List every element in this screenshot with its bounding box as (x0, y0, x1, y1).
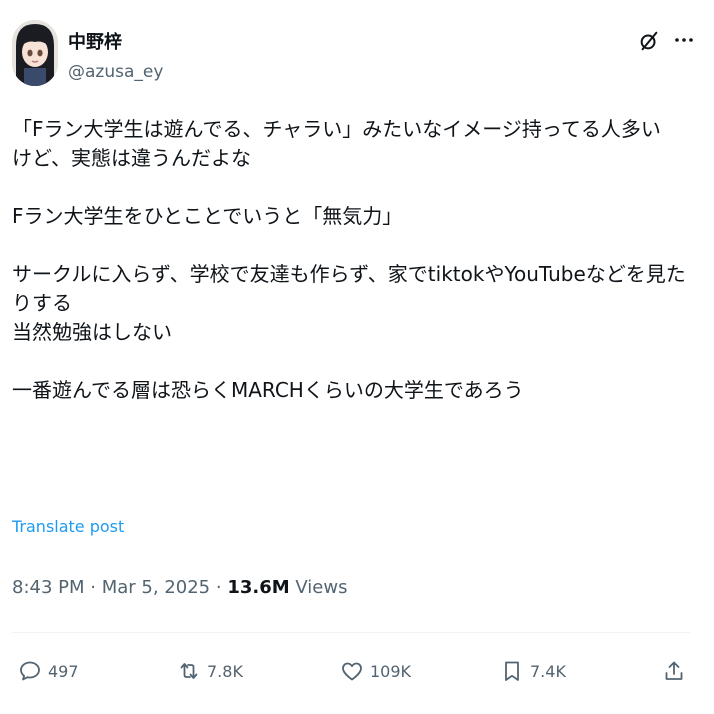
grok-icon[interactable] (638, 30, 660, 52)
like-button[interactable]: 109K (340, 652, 411, 690)
paragraph: サークルに入らず、学校で友達も作らず、家でtiktokやYouTubeなどを見た… (12, 260, 702, 347)
repost-count: 7.8K (207, 661, 243, 681)
divider (12, 632, 690, 633)
separator: · (90, 577, 96, 598)
like-count: 109K (370, 661, 412, 681)
more-icon[interactable] (672, 28, 696, 52)
text-line: 「Fラン大学生は遊んでる、チャラい」みたいなイメージ持ってる人多い (12, 117, 661, 141)
reply-count: 497 (48, 661, 79, 681)
paragraph: 一番遊んでる層は恐らくMARCHくらいの大学生であろう (12, 376, 702, 405)
repost-button[interactable]: 7.8K (177, 652, 243, 690)
separator: · (215, 577, 222, 598)
avatar-image (12, 20, 58, 86)
text-line: けど、実態は違うんだよな (12, 146, 251, 170)
text-line: 当然勉強はしない (12, 320, 172, 344)
translate-post-link[interactable]: Translate post (12, 517, 124, 536)
repost-icon (180, 663, 198, 679)
post-metadata: 8:43 PM · Mar 5, 2025 · 13.6M Views (12, 577, 347, 598)
reply-button[interactable]: 497 (18, 652, 79, 690)
text-line: 一番遊んでる層は恐らくMARCHくらいの大学生であろう (12, 378, 524, 402)
like-icon (342, 662, 362, 681)
post-date[interactable]: Mar 5, 2025 (102, 577, 210, 598)
bookmark-count: 7.4K (530, 661, 566, 681)
views-label: Views (295, 577, 348, 598)
post-time[interactable]: 8:43 PM (12, 577, 85, 598)
text-line: りする (12, 291, 72, 315)
paragraph: Fラン大学生をひとことでいうと「無気力」 (12, 202, 702, 231)
bookmark-icon (505, 661, 519, 681)
text-line: サークルに入らず、学校で友達も作らず、家でtiktokやYouTubeなどを見た (12, 262, 686, 286)
post-header: 中野梓 @azusa_ey (12, 20, 702, 90)
views-count: 13.6M (227, 577, 290, 598)
post-text: 「Fラン大学生は遊んでる、チャラい」みたいなイメージ持ってる人多い けど、実態は… (12, 115, 702, 405)
bookmark-button[interactable]: 7.4K (500, 652, 566, 690)
share-icon (665, 661, 683, 680)
avatar[interactable] (12, 20, 58, 86)
user-handle[interactable]: @azusa_ey (68, 62, 163, 82)
share-button[interactable] (662, 652, 686, 690)
action-bar: 497 7.8K 109K 7.4K (0, 652, 714, 692)
reply-icon (20, 661, 40, 681)
paragraph: 「Fラン大学生は遊んでる、チャラい」みたいなイメージ持ってる人多い けど、実態は… (12, 115, 702, 173)
display-name[interactable]: 中野梓 (68, 28, 122, 54)
text-line: Fラン大学生をひとことでいうと「無気力」 (12, 204, 403, 228)
